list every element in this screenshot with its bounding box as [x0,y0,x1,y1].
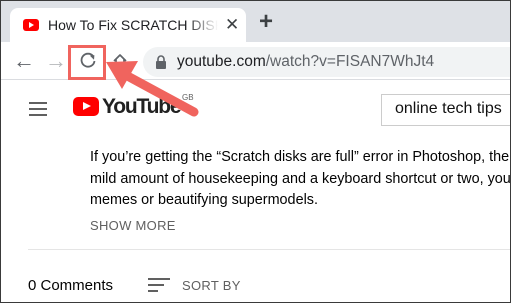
screenshot-frame: How To Fix SCRATCH DISKS ARE FULL ✕ + ← … [0,0,511,303]
sort-by-button[interactable]: SORT BY [182,278,241,293]
show-more-button[interactable]: SHOW MORE [90,218,176,233]
tab-title: How To Fix SCRATCH DISKS ARE FULL [48,17,218,33]
description-line: mild amount of housekeeping and a keyboa… [90,170,511,187]
sort-icon[interactable] [148,278,170,294]
divider [28,249,510,250]
back-button[interactable]: ← [11,42,37,80]
tab-strip: How To Fix SCRATCH DISKS ARE FULL ✕ + [1,1,510,42]
url-path: /watch?v=FISAN7WhJt4 [265,53,435,70]
new-tab-button[interactable]: + [259,10,273,34]
annotation-arrow-icon [106,61,199,117]
close-tab-icon[interactable]: ✕ [225,15,239,35]
forward-button[interactable]: → [43,42,69,80]
description-line: memes or beautifying supermodels. [90,192,318,208]
search-input-value: online tech tips [395,100,502,117]
comments-count: 0 Comments [28,277,114,294]
youtube-favicon-icon [23,19,39,31]
video-description: If you’re getting the “Scratch disks are… [90,147,511,212]
menu-icon[interactable] [29,102,47,116]
browser-tab[interactable]: How To Fix SCRATCH DISKS ARE FULL ✕ [10,8,246,42]
description-line: If you’re getting the “Scratch disks are… [90,149,511,165]
url-text[interactable]: youtube.com/watch?v=FISAN7WhJt4 [177,53,434,71]
